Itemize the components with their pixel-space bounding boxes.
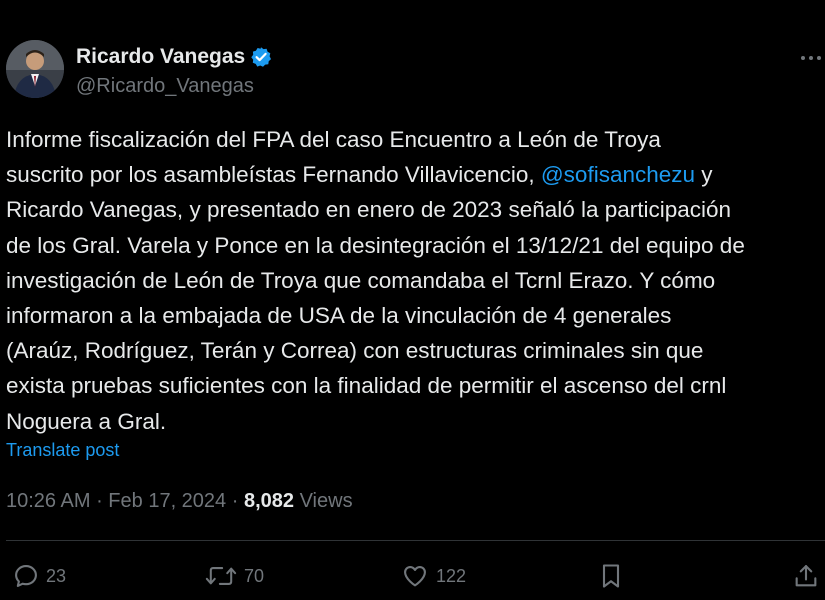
repost-count: 70 [244,565,265,586]
tweet-line: exista pruebas suficientes con la finali… [6,368,825,403]
tweet-text-segment: de los Gral. Varela y Ponce en la desint… [6,232,745,258]
tweet-text-segment: investigación de León de Troya que coman… [6,267,716,293]
tweet-line: investigación de León de Troya que coman… [6,263,825,298]
like-count: 122 [436,565,467,586]
tweet-line: Informe fiscalización del FPA del caso E… [6,122,825,157]
author-names: Ricardo Vanegas @Ricardo_Vanegas [76,43,272,98]
views-label: Views [299,490,353,512]
bookmark-icon [602,564,620,588]
share-icon [795,565,817,587]
tweet-line: suscrito por los asambleístas Fernando V… [6,157,825,192]
tweet-line: (Araúz, Rodríguez, Terán y Correa) con e… [6,333,825,368]
tweet-text-segment: Ricardo Vanegas, y presentado en enero d… [6,197,732,223]
tweet-header: Ricardo Vanegas @Ricardo_Vanegas [6,40,825,100]
share-button[interactable] [792,560,820,592]
tweet-line: Noguera a Gral. [6,404,825,439]
post-meta: 10:26 AM · Feb 17, 2024 · 8,082 Views [6,490,353,513]
tweet-text-segment: Noguera a Gral. [6,408,167,434]
reply-icon [15,565,37,587]
tweet-text-segment: informaron a la embajada de USA de la vi… [6,303,672,329]
post-time[interactable]: 10:26 AM [6,490,91,512]
translate-post-link[interactable]: Translate post [6,440,119,461]
avatar[interactable] [6,40,64,98]
meta-separator: · [226,490,244,512]
mention-link[interactable]: @sofisanchezu [541,162,695,187]
heart-icon [404,565,426,587]
display-name[interactable]: Ricardo Vanegas [76,45,245,69]
meta-separator: · [90,490,109,512]
bookmark-button[interactable] [598,560,624,592]
author-handle[interactable]: @Ricardo_Vanegas [76,75,272,98]
reply-count: 23 [46,565,67,586]
tweet-text-segment: exista pruebas suficientes con la finali… [6,373,727,399]
repost-icon [205,567,237,585]
tweet-line: de los Gral. Varela y Ponce en la desint… [6,228,825,263]
tweet-line: informaron a la embajada de USA de la vi… [6,298,825,333]
like-button[interactable]: 122 [400,560,466,592]
tweet-text-segment: y [695,162,713,188]
action-bar: 23 70 122 [0,560,825,592]
repost-button[interactable]: 70 [204,560,264,592]
tweet-text-segment: Informe fiscalización del FPA del caso E… [6,127,661,152]
tweet-text-segment: (Araúz, Rodríguez, Terán y Correa) con e… [6,338,704,364]
avatar-image [6,40,64,98]
views-count: 8,082 [243,490,295,512]
more-horizontal-icon[interactable] [799,48,823,68]
tweet-text-segment: suscrito por los asambleístas Fernando V… [6,162,541,188]
verified-badge-icon[interactable] [250,46,272,68]
display-name-row: Ricardo Vanegas [76,43,272,71]
tweet-line: Ricardo Vanegas, y presentado en enero d… [6,192,825,227]
reply-button[interactable]: 23 [12,560,66,592]
tweet-text: Informe fiscalización del FPA del caso E… [6,122,825,439]
post-date[interactable]: Feb 17, 2024 [108,490,226,512]
divider [6,540,825,541]
